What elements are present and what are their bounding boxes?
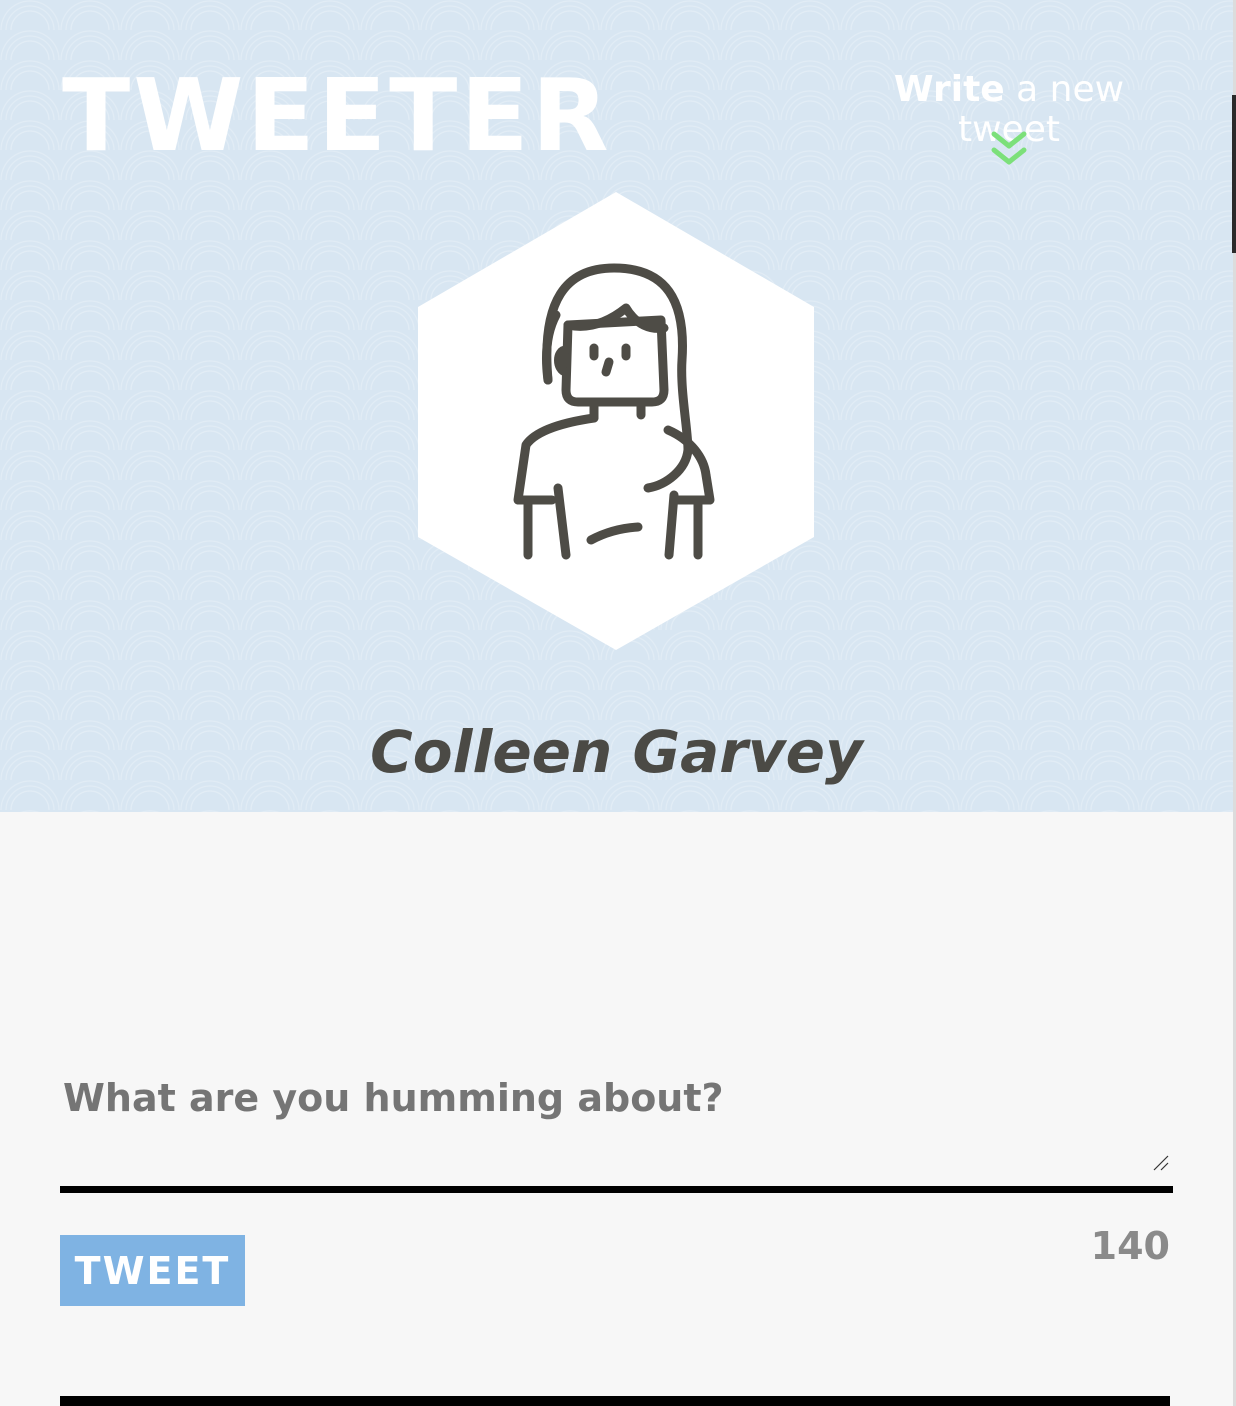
profile-header: TWEETER Write a new tweet Colleen Garvey [0, 0, 1233, 812]
avatar-hexagon-frame [418, 192, 814, 650]
profile-name: Colleen Garvey [370, 718, 863, 786]
tweet-textarea[interactable] [60, 1062, 1173, 1193]
character-counter: 140 [1090, 1224, 1170, 1268]
resize-grip-icon[interactable] [1152, 1154, 1170, 1172]
write-label-strong: Write [893, 69, 1005, 110]
scrollbar-thumb[interactable] [1232, 95, 1236, 253]
double-chevron-down-icon[interactable] [990, 130, 1028, 170]
app-logo[interactable]: TWEETER [62, 66, 612, 166]
page: TWEETER Write a new tweet Colleen Garvey… [0, 0, 1236, 1406]
tweet-list-divider [60, 1396, 1170, 1406]
compose-form [60, 1062, 1173, 1197]
tweet-button[interactable]: TWEET [60, 1235, 245, 1306]
avatar [418, 192, 814, 650]
